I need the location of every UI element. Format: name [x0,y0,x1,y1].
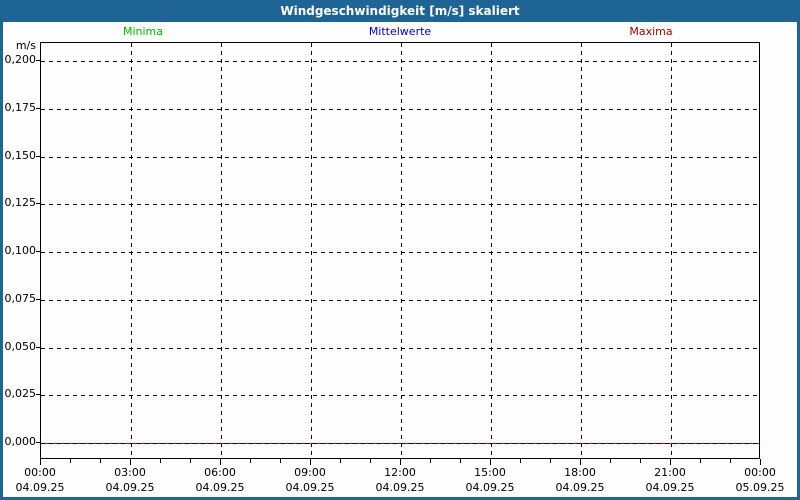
x-tick-time-label: 06:00 [175,467,265,479]
v-gridline [581,43,582,458]
x-axis-minor-tick [730,459,731,463]
x-tick-time-label: 03:00 [85,467,175,479]
chart-title: Windgeschwindigkeit [m/s] skaliert [280,4,519,18]
x-tick-time-label: 15:00 [445,467,535,479]
y-tick-label: 0,050 [2,341,36,353]
x-axis-minor-tick [280,459,281,463]
v-gridline [131,43,132,458]
x-tick-date-label: 04.09.25 [535,482,625,494]
x-axis-major-tick [130,459,131,465]
y-tick-label: 0,200 [2,54,36,66]
v-gridline [401,43,402,458]
h-gridline [41,109,759,110]
y-axis-tick [36,60,40,61]
x-tick-time-label: 18:00 [535,467,625,479]
plot-area [40,42,760,459]
y-axis-tick [36,108,40,109]
x-axis-major-tick [670,459,671,465]
legend-item-mittelwerte: Mittelwerte [369,25,431,38]
y-axis-tick [36,251,40,252]
y-tick-label: 0,175 [2,102,36,114]
y-tick-label: 0,025 [2,388,36,400]
h-gridline [41,395,759,396]
x-axis-minor-tick [550,459,551,463]
x-tick-date-label: 05.09.25 [715,482,800,494]
y-axis-tick [36,442,40,443]
y-tick-label: 0,150 [2,150,36,162]
x-axis-major-tick [220,459,221,465]
x-axis-minor-tick [370,459,371,463]
y-axis-tick [36,203,40,204]
y-tick-label: 0,075 [2,293,36,305]
chart-window: Windgeschwindigkeit [m/s] skaliert Minim… [0,0,800,500]
v-gridline [221,43,222,458]
title-bar: Windgeschwindigkeit [m/s] skaliert [0,0,800,22]
x-axis-minor-tick [460,459,461,463]
x-tick-date-label: 04.09.25 [85,482,175,494]
x-tick-date-label: 04.09.25 [355,482,445,494]
x-tick-time-label: 00:00 [715,467,800,479]
h-gridline [41,157,759,158]
v-gridline [671,43,672,458]
x-axis-minor-tick [340,459,341,463]
x-axis-major-tick [310,459,311,465]
v-gridline [491,43,492,458]
y-tick-label: 0,100 [2,245,36,257]
x-tick-time-label: 12:00 [355,467,445,479]
h-gridline [41,204,759,205]
x-axis-minor-tick [640,459,641,463]
zero-gridline [41,443,759,444]
x-axis-minor-tick [70,459,71,463]
y-axis-tick [36,156,40,157]
x-tick-time-label: 21:00 [625,467,715,479]
x-axis-major-tick [400,459,401,465]
x-axis-minor-tick [190,459,191,463]
x-tick-time-label: 09:00 [265,467,355,479]
h-gridline [41,348,759,349]
v-gridline [311,43,312,458]
x-tick-time-label: 00:00 [0,467,85,479]
x-axis-major-tick [40,459,41,465]
h-gridline [41,300,759,301]
x-axis-minor-tick [430,459,431,463]
h-gridline [41,61,759,62]
h-gridline [41,252,759,253]
legend-item-minima: Minima [123,25,163,38]
legend-item-maxima: Maxima [629,25,672,38]
y-axis-unit-label: m/s [2,40,36,52]
y-tick-label: 0,000 [2,436,36,448]
x-tick-date-label: 04.09.25 [175,482,265,494]
x-axis-minor-tick [160,459,161,463]
x-axis-major-tick [760,459,761,465]
x-tick-date-label: 04.09.25 [265,482,355,494]
x-axis-major-tick [490,459,491,465]
x-tick-date-label: 04.09.25 [625,482,715,494]
x-axis-minor-tick [100,459,101,463]
y-axis-tick [36,394,40,395]
x-axis-minor-tick [700,459,701,463]
x-axis-minor-tick [250,459,251,463]
x-axis-major-tick [580,459,581,465]
y-axis-tick [36,299,40,300]
x-axis-minor-tick [610,459,611,463]
y-tick-label: 0,125 [2,197,36,209]
x-axis-minor-tick [520,459,521,463]
y-axis-tick [36,347,40,348]
x-tick-date-label: 04.09.25 [0,482,85,494]
x-tick-date-label: 04.09.25 [445,482,535,494]
